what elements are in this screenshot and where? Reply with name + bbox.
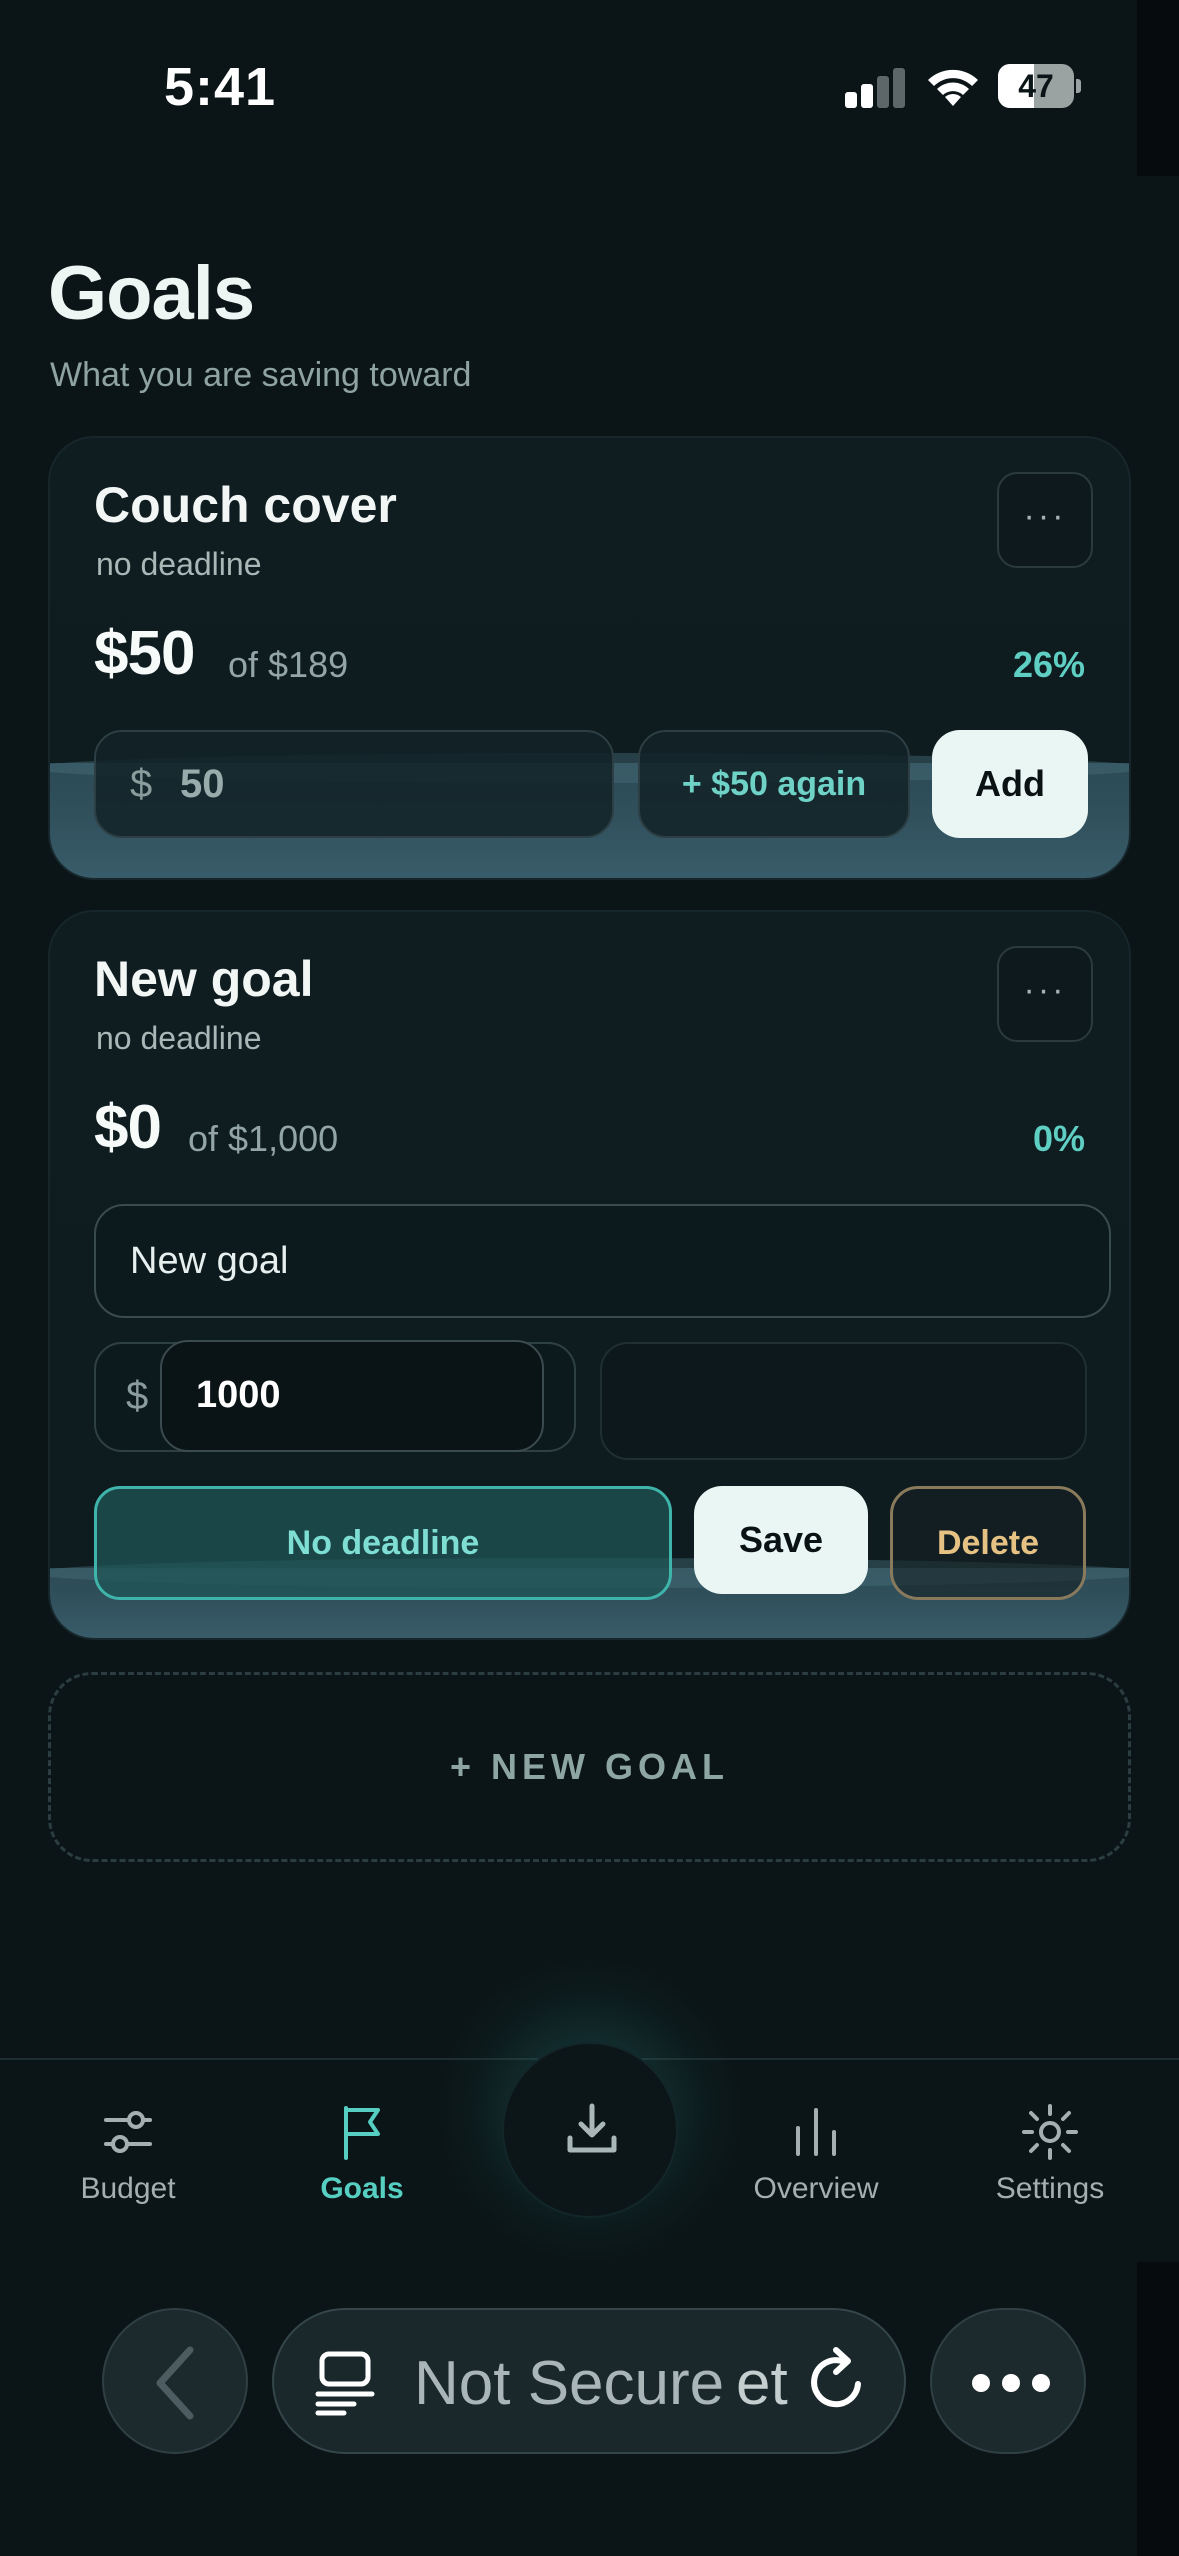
new-goal-button[interactable]: + NEW GOAL xyxy=(48,1672,1131,1862)
chevron-left-icon xyxy=(156,2346,194,2420)
amount-value: 50 xyxy=(180,762,225,806)
goal-target: of $1,000 xyxy=(188,1118,339,1159)
target-amount-input[interactable]: 1000 xyxy=(160,1340,544,1452)
reload-icon[interactable] xyxy=(802,2346,872,2418)
goal-percent: 26% xyxy=(1012,644,1085,685)
currency-symbol: $ xyxy=(130,762,153,806)
flag-icon xyxy=(344,2106,380,2160)
more-dot xyxy=(1002,2374,1020,2392)
add-button[interactable]: Add xyxy=(932,730,1088,838)
goal-percent: 0% xyxy=(1032,1118,1085,1159)
page-subtitle: What you are saving toward xyxy=(50,356,472,394)
url-text-fragment: et xyxy=(736,2349,788,2418)
goal-target-field: $ 1000 xyxy=(94,1340,576,1452)
browser-address-bar[interactable]: Not Secure et xyxy=(272,2308,906,2454)
goals-screen: 5:41 47 Goals What you are saving toward… xyxy=(0,0,1179,2556)
goal-name: Couch cover xyxy=(94,477,397,533)
browser-back-button[interactable] xyxy=(102,2308,248,2454)
no-deadline-button[interactable]: No deadline xyxy=(94,1486,672,1600)
goal-deadline: no deadline xyxy=(96,1020,262,1056)
tab-overview[interactable]: Overview xyxy=(716,2060,916,2260)
download-icon xyxy=(567,2103,617,2153)
delete-button[interactable]: Delete xyxy=(890,1486,1086,1600)
goal-card: Couch cover no deadline ··· $50 of $189 … xyxy=(48,436,1131,880)
tab-label: Budget xyxy=(80,2172,176,2205)
status-time: 5:41 xyxy=(164,57,277,117)
gear-icon xyxy=(1022,2104,1078,2160)
repeat-contribution-button[interactable]: + $50 again xyxy=(638,730,910,838)
goal-card: New goal no deadline ··· $0 of $1,000 0%… xyxy=(48,910,1131,1640)
page-title: Goals xyxy=(48,251,255,336)
currency-symbol: $ xyxy=(126,1374,149,1418)
bar-chart-icon xyxy=(796,2108,836,2156)
battery-icon: 47 xyxy=(998,64,1081,108)
goal-deadline: no deadline xyxy=(96,546,262,582)
goal-target: of $189 xyxy=(228,644,349,685)
wifi-icon xyxy=(928,69,978,106)
sliders-icon xyxy=(104,2111,152,2153)
tab-label: Overview xyxy=(753,2172,879,2205)
deadline-date-input[interactable] xyxy=(600,1342,1087,1460)
tab-goals[interactable]: Goals xyxy=(262,2060,462,2260)
tab-label: Settings xyxy=(995,2172,1105,2205)
goal-name: New goal xyxy=(94,951,314,1007)
tab-label: Goals xyxy=(320,2172,404,2205)
reader-icon xyxy=(315,2351,375,2416)
contribution-amount-input[interactable]: $ 50 xyxy=(94,730,614,838)
goal-more-button[interactable]: ··· xyxy=(997,472,1093,568)
repeat-contribution-label: + $50 again xyxy=(681,765,867,803)
more-dot xyxy=(1032,2374,1050,2392)
cellular-signal-icon xyxy=(845,66,905,108)
more-dot xyxy=(972,2374,990,2392)
url-security-label: Not Secure xyxy=(414,2349,725,2418)
browser-more-button[interactable] xyxy=(930,2308,1086,2454)
tab-budget[interactable]: Budget xyxy=(28,2060,228,2260)
goal-more-button[interactable]: ··· xyxy=(997,946,1093,1042)
save-button[interactable]: Save xyxy=(694,1486,868,1594)
battery-level: 47 xyxy=(1018,68,1054,104)
goal-saved-amount: $50 xyxy=(94,619,195,688)
goal-saved-amount: $0 xyxy=(94,1093,162,1162)
import-button[interactable] xyxy=(502,2042,678,2218)
edge-strip xyxy=(1137,0,1179,176)
edge-strip xyxy=(1137,2262,1179,2556)
tab-settings[interactable]: Settings xyxy=(950,2060,1150,2260)
goal-name-field[interactable]: New goal xyxy=(94,1204,1111,1318)
